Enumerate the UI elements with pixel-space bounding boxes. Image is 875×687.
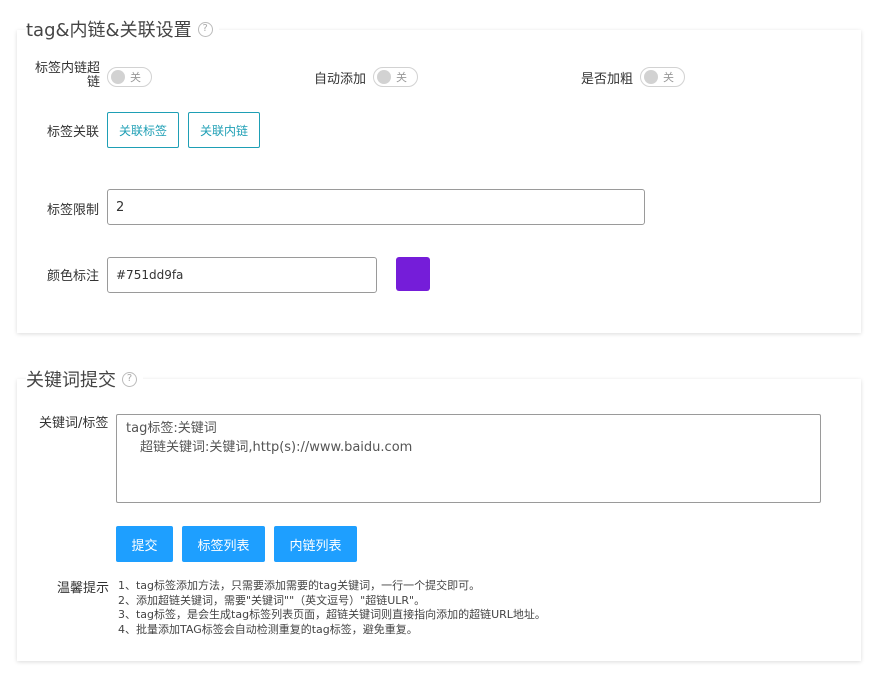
tip-item: 4、批量添加TAG标签会自动检测重复的tag标签，避免重复。	[118, 622, 418, 636]
bold-label: 是否加粗	[581, 72, 634, 87]
textarea-line: 超链关键词:关键词,http(s)://www.baidu.com	[140, 440, 413, 455]
link-list-button[interactable]: 内链列表	[274, 526, 357, 562]
help-icon[interactable]: ?	[122, 371, 137, 387]
textarea-line: tag标签:关键词	[126, 421, 217, 436]
color-swatch[interactable]	[396, 257, 430, 291]
relate-tag-button[interactable]: 关联标签	[107, 112, 179, 148]
tag-link-label: 标签内链超 链	[34, 62, 100, 90]
auto-add-switch[interactable]: 关	[373, 67, 418, 87]
tag-link-switch[interactable]: 关	[107, 67, 152, 87]
color-input[interactable]: #751dd9fa	[107, 257, 377, 293]
tag-link-label-line1: 标签内链超	[34, 61, 100, 76]
tag-link-label-line2: 链	[86, 75, 100, 90]
tip-item: 1、tag标签添加方法，只需要添加需要的tag关键词，一行一个提交即可。	[118, 579, 481, 592]
switch-knob	[644, 70, 658, 84]
keyword-label: 关键词/标签	[39, 416, 109, 431]
tip-item: 2、添加超链关键词，需要"关键词""（英文逗号）"超链ULR"。	[118, 593, 426, 607]
tips-label: 温馨提示	[57, 581, 110, 596]
bold-switch[interactable]: 关	[640, 67, 685, 87]
switch-knob	[111, 70, 125, 84]
tag-limit-input[interactable]: 2	[107, 189, 645, 225]
auto-add-label: 自动添加	[314, 72, 367, 87]
switch-knob	[377, 70, 391, 84]
color-label: 颜色标注	[47, 269, 100, 284]
help-icon[interactable]: ?	[197, 21, 213, 37]
tips-list: 1、tag标签添加方法，只需要添加需要的tag关键词，一行一个提交即可。 2、添…	[118, 579, 546, 637]
switch-state-text: 关	[663, 71, 674, 84]
tag-relation-label: 标签关联	[47, 125, 100, 140]
switch-state-text: 关	[130, 71, 141, 84]
keyword-section-title: 关键词提交 ?	[26, 366, 143, 392]
switch-state-text: 关	[396, 71, 407, 84]
relate-link-button[interactable]: 关联内链	[188, 112, 260, 148]
settings-section-title: tag&内链&关联设置 ?	[26, 16, 219, 42]
tip-item: 3、tag标签，是会生成tag标签列表页面，超链关键词则直接指向添加的超链URL…	[118, 608, 546, 621]
tag-list-button[interactable]: 标签列表	[182, 526, 265, 562]
keyword-textarea[interactable]: tag标签:关键词 超链关键词:关键词,http(s)://www.baidu.…	[116, 414, 821, 503]
keyword-title-text: 关键词提交	[26, 370, 116, 391]
settings-title-text: tag&内链&关联设置	[26, 20, 192, 41]
submit-button[interactable]: 提交	[116, 526, 173, 562]
tag-limit-label: 标签限制	[47, 203, 100, 218]
